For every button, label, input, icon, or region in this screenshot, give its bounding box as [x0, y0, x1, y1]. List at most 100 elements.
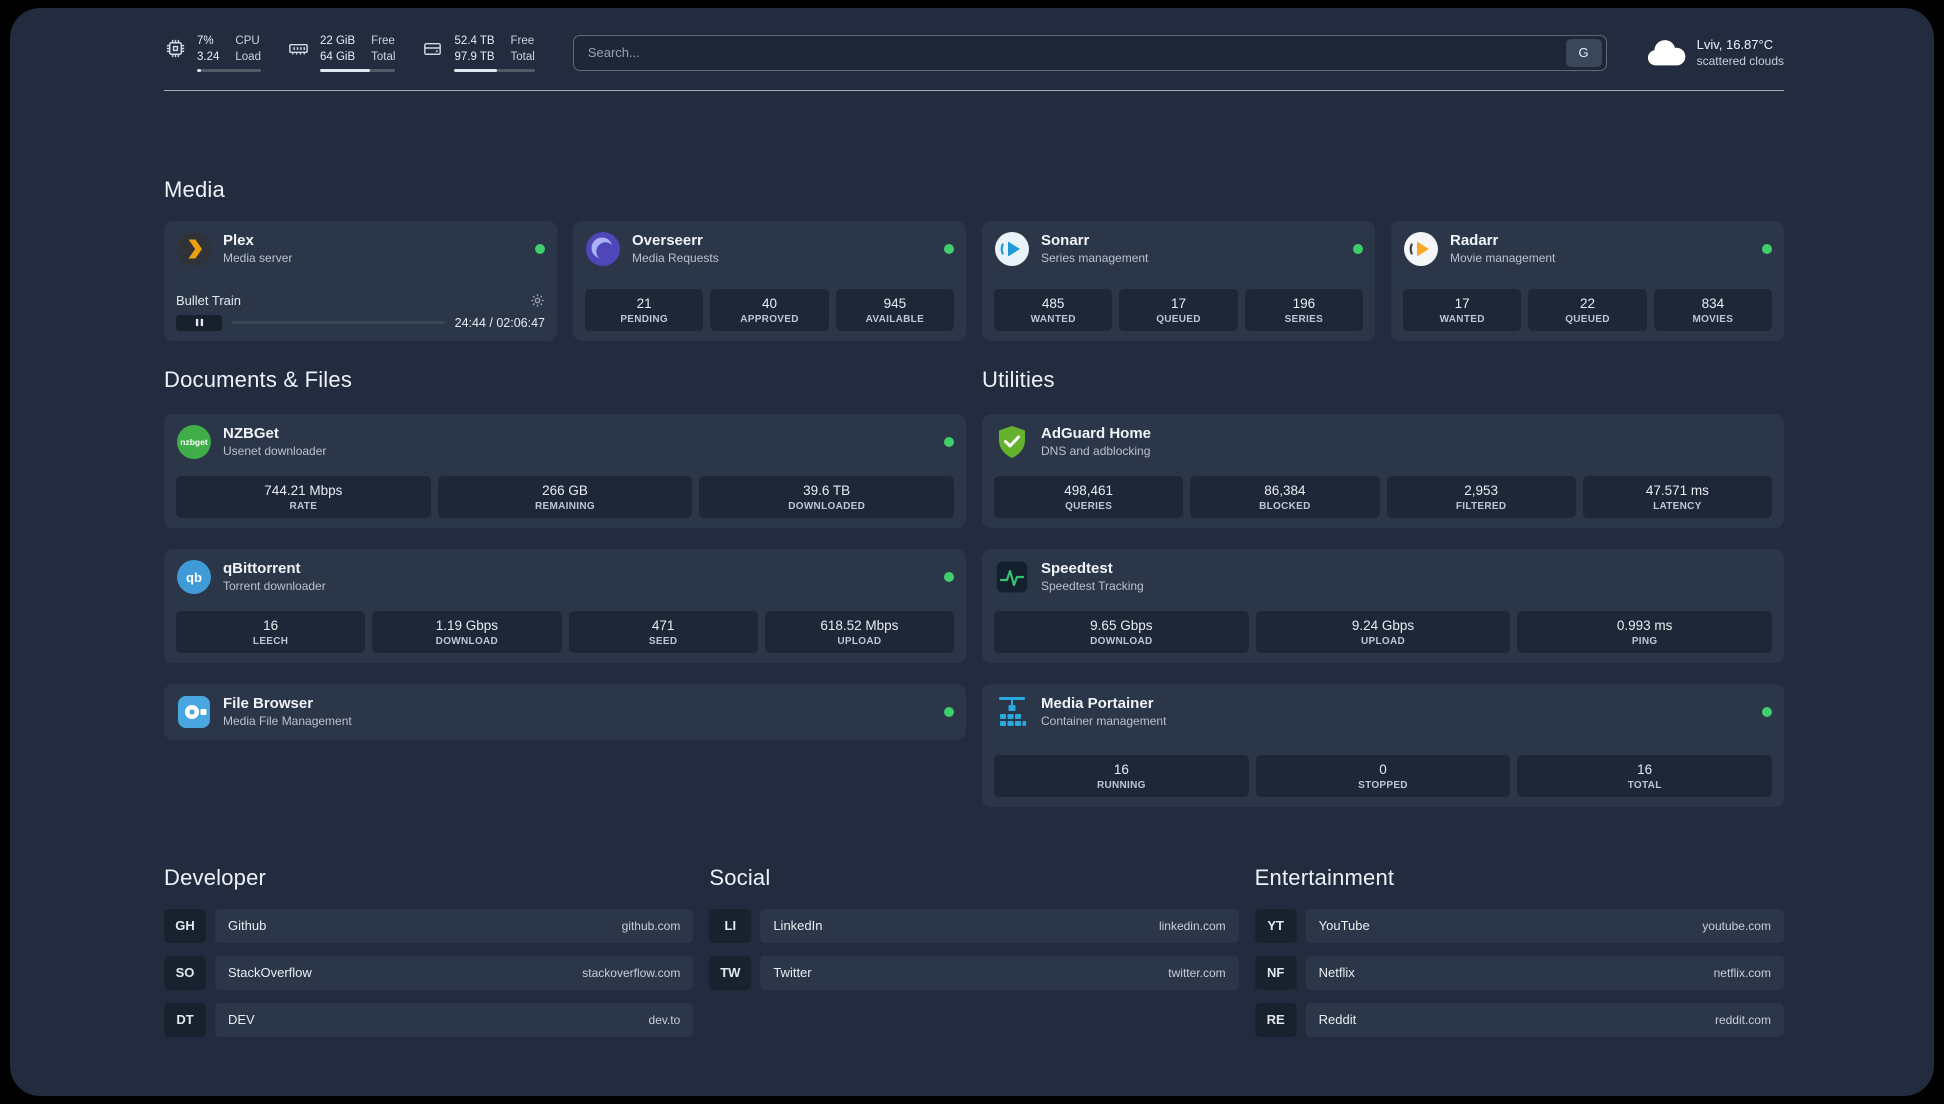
stat: 471 SEED — [568, 610, 758, 653]
dashboard-panel: 7% CPU 3.24 Load 22 GiB Free 64 GiB Tota… — [10, 8, 1934, 1096]
service-name: File Browser — [223, 695, 314, 713]
bookmark-name: Twitter — [773, 965, 812, 981]
section-title-developer: Developer — [164, 864, 267, 890]
status-dot — [944, 571, 954, 582]
bookmark-twitter[interactable]: TW Twitter twitter.com — [709, 955, 1239, 990]
bookmark-name: StackOverflow — [228, 965, 312, 981]
status-dot — [944, 243, 954, 254]
bookmark-abbr: LI — [709, 908, 752, 943]
bookmark-group-social: Social LI LinkedIn linkedin.com TW Twitt… — [709, 864, 1239, 1050]
svg-text:qb: qb — [186, 570, 202, 585]
bookmark-reddit[interactable]: RE Reddit reddit.com — [1254, 1002, 1784, 1037]
service-name: NZBGet — [223, 425, 279, 443]
service-card-speedtest[interactable]: Speedtest Speedtest Tracking 9.65 Gbps DO… — [982, 548, 1784, 663]
memory-widget: 22 GiB Free 64 GiB Total — [287, 34, 396, 72]
bookmarks-section: Developer GH Github github.com SO StackO… — [164, 865, 1784, 1050]
cpu-progress-bar — [197, 68, 261, 72]
bookmark-name: Github — [228, 918, 267, 934]
svg-text:nzbget: nzbget — [180, 437, 208, 447]
bookmark-stackoverflow[interactable]: SO StackOverflow stackoverflow.com — [164, 955, 694, 990]
status-dot — [1762, 706, 1772, 717]
memory-total-label: Total — [371, 50, 396, 63]
playback-time: 24:44 / 02:06:47 — [454, 315, 545, 330]
stat: 9.65 Gbps DOWNLOAD — [994, 610, 1249, 653]
cpu-label: CPU — [235, 35, 260, 47]
bookmark-github[interactable]: GH Github github.com — [164, 908, 694, 943]
status-dot — [535, 243, 545, 254]
filebrowser-icon — [176, 694, 212, 730]
stat: 47.571 ms LATENCY — [1582, 475, 1772, 518]
search-provider-button[interactable]: G — [1565, 38, 1602, 67]
service-subtitle: Movie management — [1450, 251, 1556, 266]
bookmark-abbr: NF — [1254, 955, 1297, 990]
service-card-sonarr[interactable]: Sonarr Series management 485 WANTED 17 QUE… — [982, 220, 1375, 341]
adguard-icon — [994, 424, 1030, 460]
service-name: Sonarr — [1041, 232, 1090, 250]
stat: 16 RUNNING — [994, 754, 1249, 797]
section-title-documents: Documents & Files — [164, 366, 353, 392]
service-subtitle: DNS and adblocking — [1041, 444, 1151, 459]
memory-icon — [289, 43, 308, 55]
progress-track[interactable] — [232, 321, 445, 325]
service-card-overseerr[interactable]: Overseerr Media Requests 21 PENDING 40 APP… — [573, 220, 966, 341]
disk-icon — [424, 42, 442, 55]
bookmark-linkedin[interactable]: LI LinkedIn linkedin.com — [709, 908, 1239, 943]
bookmark-dev[interactable]: DT DEV dev.to — [164, 1002, 694, 1037]
bookmark-name: DEV — [228, 1012, 255, 1028]
cpu-icon — [166, 39, 185, 58]
service-name: Plex — [223, 232, 254, 250]
service-card-adguard-home[interactable]: AdGuard Home DNS and adblocking 498,461 Q… — [982, 413, 1784, 528]
cloud-icon — [1647, 40, 1685, 66]
speedtest-icon — [994, 559, 1030, 595]
status-dot — [944, 436, 954, 447]
cpu-percent: 7% — [197, 35, 214, 47]
settings-gear-icon[interactable] — [530, 293, 545, 308]
bookmark-abbr: RE — [1254, 1002, 1297, 1037]
pause-button[interactable] — [176, 314, 222, 331]
sonarr-icon — [994, 231, 1030, 267]
stat: 196 SERIES — [1244, 288, 1363, 331]
pause-icon — [195, 319, 203, 327]
status-dot — [1762, 243, 1772, 254]
service-card-qbittorrent[interactable]: qb qBittorrent Torrent downloader 16 LEEC… — [164, 548, 966, 663]
stat: 21 PENDING — [585, 288, 704, 331]
service-card-filebrowser[interactable]: File Browser Media File Management — [164, 683, 966, 740]
section-title-social: Social — [709, 864, 771, 890]
now-playing-widget: Bullet Train 24:44 / 02:06:47 — [176, 293, 545, 331]
search-bar: G — [572, 34, 1607, 71]
bookmark-name: LinkedIn — [773, 918, 823, 934]
memory-total: 64 GiB — [319, 50, 356, 63]
bookmark-name: Reddit — [1318, 1012, 1357, 1028]
stat: 744.21 Mbps RATE — [176, 475, 431, 518]
service-card-nzbget[interactable]: nzbget NZBGet Usenet downloader 744.21 M… — [164, 413, 966, 528]
bookmark-url: linkedin.com — [1158, 918, 1226, 933]
service-subtitle: Speedtest Tracking — [1041, 579, 1144, 594]
status-dot — [944, 706, 954, 717]
stat: 498,461 QUERIES — [994, 475, 1184, 518]
bookmark-url: reddit.com — [1714, 1012, 1771, 1027]
stat: 2,953 FILTERED — [1386, 475, 1576, 518]
search-input[interactable] — [573, 45, 1562, 61]
stat: 266 GB REMAINING — [437, 475, 693, 518]
memory-progress-bar — [319, 68, 396, 72]
bookmark-name: Netflix — [1318, 965, 1355, 981]
service-card-plex[interactable]: Plex Media server Bullet Train 24:44 / 0… — [164, 220, 557, 341]
stat: 40 APPROVED — [710, 288, 829, 331]
bookmark-youtube[interactable]: YT YouTube youtube.com — [1254, 908, 1784, 943]
service-card-media-portainer[interactable]: Media Portainer Container management 16 R… — [982, 683, 1784, 807]
weather-location: Lviv, 16.87°C — [1696, 37, 1774, 53]
bookmark-url: youtube.com — [1702, 918, 1771, 933]
qbittorrent-icon: qb — [176, 559, 212, 595]
bookmark-name: YouTube — [1318, 918, 1370, 934]
disk-free: 52.4 TB — [454, 35, 495, 47]
nzbget-icon: nzbget — [176, 424, 212, 460]
overseerr-icon — [585, 231, 621, 267]
weather-condition: scattered clouds — [1696, 54, 1784, 69]
bookmark-netflix[interactable]: NF Netflix netflix.com — [1254, 955, 1784, 990]
service-subtitle: Series management — [1041, 251, 1149, 266]
top-bar: 7% CPU 3.24 Load 22 GiB Free 64 GiB Tota… — [164, 34, 1784, 72]
service-subtitle: Container management — [1041, 714, 1167, 729]
stat: 945 AVAILABLE — [835, 288, 954, 331]
service-card-radarr[interactable]: Radarr Movie management 17 WANTED 22 QUEUE… — [1391, 220, 1784, 341]
cpu-load: 3.24 — [197, 50, 220, 63]
